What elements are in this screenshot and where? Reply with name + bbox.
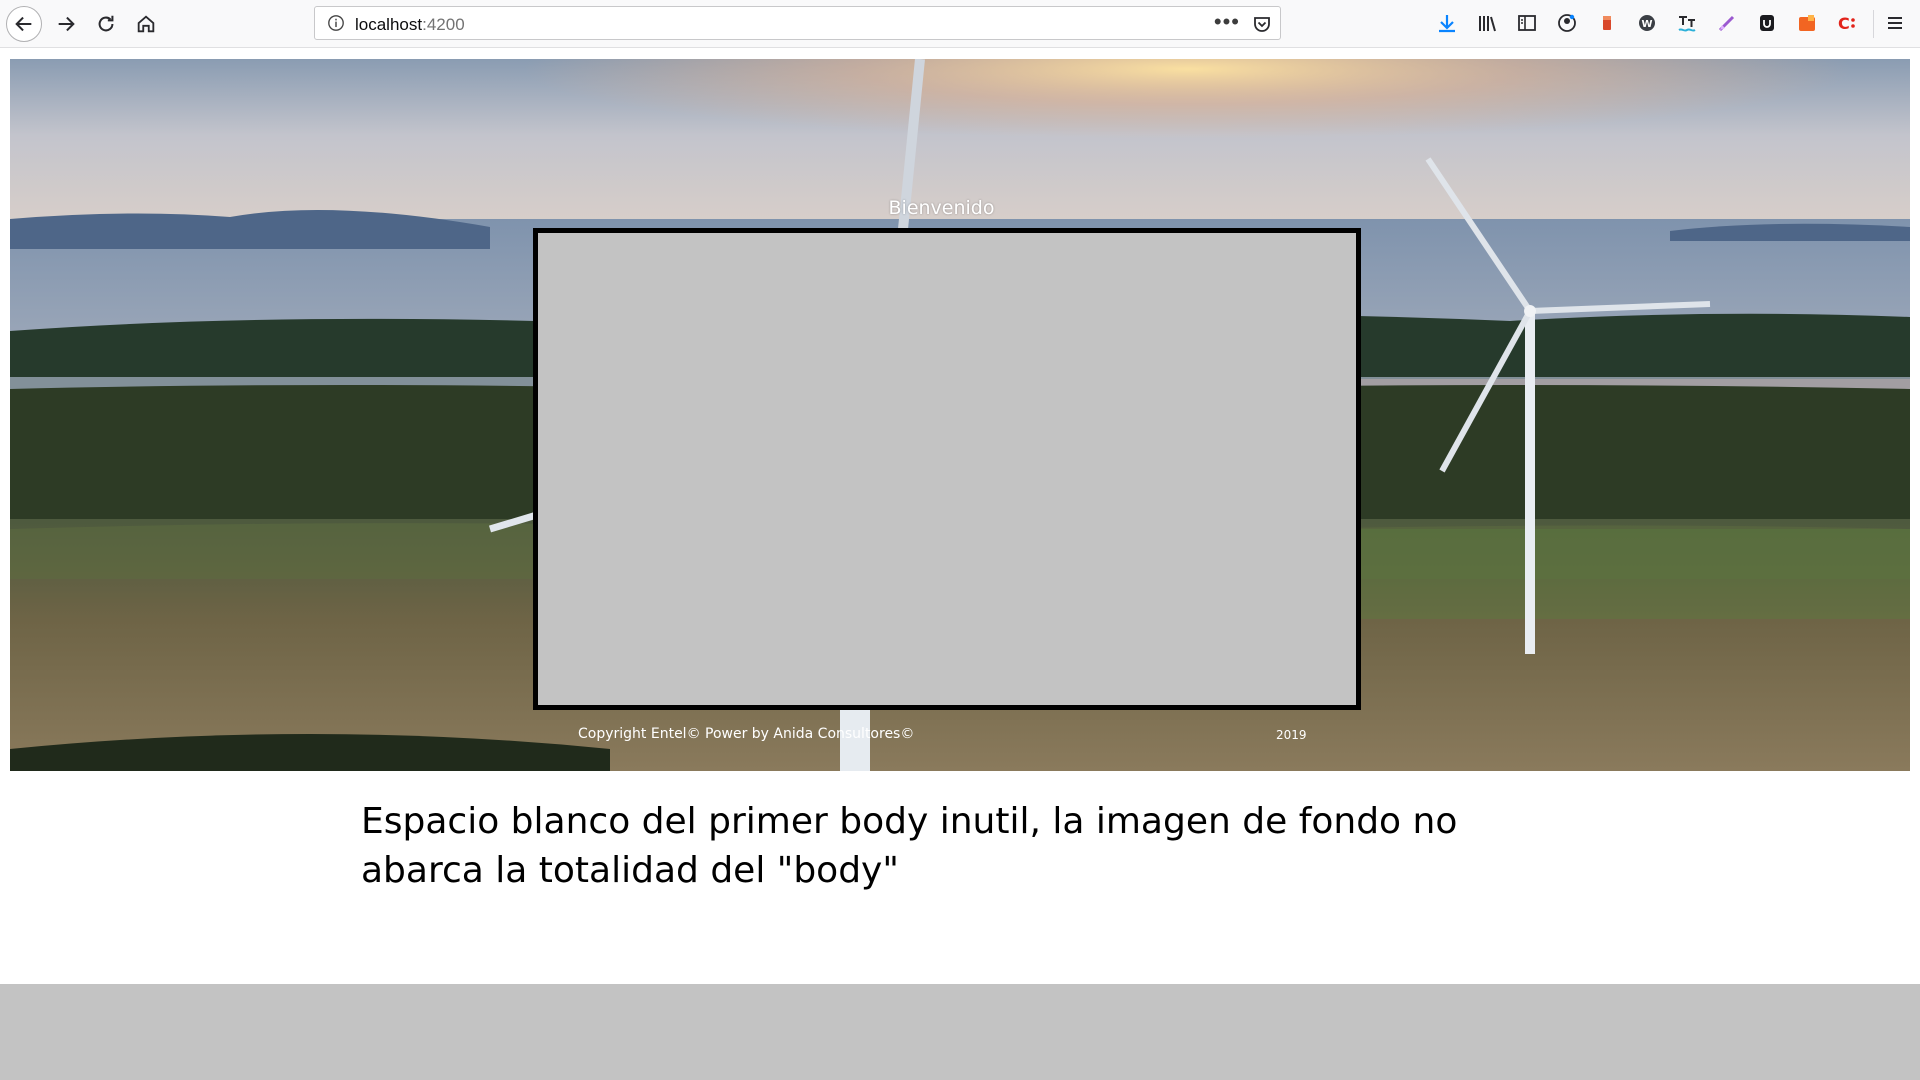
extension-red-icon[interactable] — [1596, 12, 1618, 34]
download-icon[interactable] — [1436, 12, 1458, 34]
extension-pen-icon[interactable] — [1716, 12, 1738, 34]
extension-orange-icon[interactable] — [1796, 12, 1818, 34]
copyright-text: Copyright Entel© Power by Anida Consulto… — [578, 726, 915, 742]
address-bar[interactable]: localhost:4200 ••• — [314, 6, 1281, 40]
url-text[interactable]: localhost:4200 — [355, 15, 465, 35]
hero-background: Bienvenido Copyright Entel© Power by Ani… — [10, 59, 1910, 771]
content-panel — [533, 228, 1361, 710]
account-icon[interactable] — [1556, 12, 1578, 34]
pocket-icon[interactable] — [1252, 14, 1272, 34]
extension-translate-icon[interactable] — [1676, 12, 1698, 34]
extension-c-icon[interactable]: C — [1836, 12, 1858, 34]
svg-text:W: W — [1641, 19, 1652, 30]
home-icon — [137, 15, 155, 33]
more-actions-icon[interactable]: ••• — [1214, 9, 1240, 35]
forward-button[interactable] — [50, 8, 82, 40]
extension-w-icon[interactable]: W — [1636, 12, 1658, 34]
forward-arrow-icon — [58, 16, 75, 32]
library-icon[interactable] — [1476, 12, 1498, 34]
info-icon[interactable] — [327, 14, 345, 32]
reload-icon — [98, 15, 114, 32]
hamburger-menu-icon[interactable] — [1884, 12, 1906, 34]
back-button[interactable] — [6, 6, 42, 42]
bottom-gray-area — [0, 984, 1920, 1080]
extension-shield-icon[interactable] — [1756, 12, 1778, 34]
home-button[interactable] — [130, 8, 162, 40]
url-host: localhost — [355, 15, 423, 34]
sidebar-icon[interactable] — [1516, 12, 1538, 34]
back-arrow-icon — [15, 16, 32, 32]
reload-button[interactable] — [90, 8, 122, 40]
annotation-note: Espacio blanco del primer body inutil, l… — [361, 801, 1458, 891]
browser-toolbar: localhost:4200 ••• W C — [0, 0, 1920, 48]
welcome-heading: Bienvenido — [888, 197, 995, 219]
svg-text:C: C — [1838, 14, 1850, 33]
toolbar-separator — [1873, 10, 1874, 38]
year-text: 2019 — [1276, 728, 1307, 742]
url-port: :4200 — [422, 15, 465, 34]
